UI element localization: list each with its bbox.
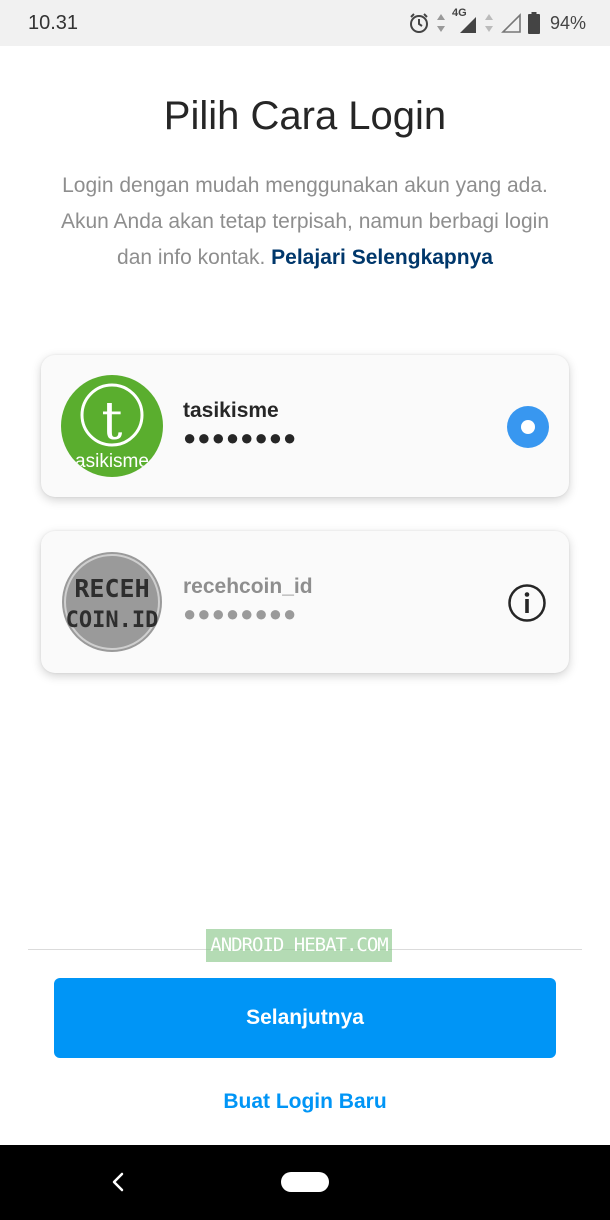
account-username: recehcoin_id xyxy=(183,575,313,598)
account-username: tasikisme xyxy=(183,399,279,422)
battery-percentage: 94% xyxy=(549,12,586,33)
create-new-login-link[interactable]: Buat Login Baru xyxy=(0,1090,610,1114)
alarm-icon xyxy=(409,13,428,33)
status-icons: 4G 94% xyxy=(408,7,586,36)
home-pill-icon[interactable] xyxy=(281,1172,329,1192)
avatar-letter: t xyxy=(102,392,123,452)
data-arrows-icon xyxy=(436,14,445,32)
account-card-recehcoin[interactable]: RECEH COIN.ID recehcoin_id ●●●●●●●● xyxy=(41,531,569,673)
avatar-line-1: RECEH xyxy=(74,574,149,603)
description: Login dengan mudah menggunakan akun yang… xyxy=(55,168,555,276)
info-icon[interactable] xyxy=(507,583,547,623)
battery-icon xyxy=(527,12,540,34)
status-time: 10.31 xyxy=(28,12,79,34)
avatar: RECEH COIN.ID xyxy=(61,551,163,653)
learn-more-link[interactable]: Pelajari Selengkapnya xyxy=(271,246,493,269)
next-button[interactable]: Selanjutnya xyxy=(54,978,556,1058)
back-icon[interactable] xyxy=(106,1167,130,1197)
navigation-bar xyxy=(0,1145,610,1220)
tasikisme-logo-icon: t asikisme xyxy=(61,375,163,477)
account-password-mask: ●●●●●●●● xyxy=(183,425,298,450)
network-signal: 4G xyxy=(452,7,478,35)
page-title: Pilih Cara Login xyxy=(163,94,447,138)
avatar-line-2: COIN.ID xyxy=(66,608,159,633)
signal-empty-icon xyxy=(501,13,521,33)
account-password-mask: ●●●●●●●● xyxy=(183,601,298,626)
data-arrows-icon xyxy=(484,14,493,32)
signal-icon xyxy=(459,17,476,33)
watermark: ANDROID HEBAT.COM xyxy=(206,929,392,962)
recehcoin-logo-icon: RECEH COIN.ID xyxy=(62,552,162,652)
radio-selected-icon[interactable] xyxy=(507,406,549,448)
account-card-tasikisme[interactable]: t asikisme tasikisme ●●●●●●●● xyxy=(41,355,569,497)
avatar: t asikisme xyxy=(61,375,163,477)
avatar-text: asikisme xyxy=(75,451,149,472)
status-bar: 10.31 4G 94% xyxy=(0,0,610,46)
